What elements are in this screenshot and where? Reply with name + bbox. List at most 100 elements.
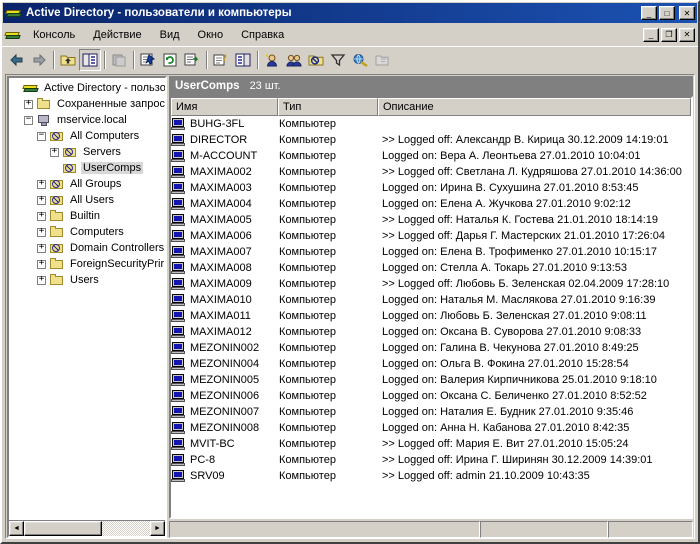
tree-node-active-directory[interactable]: Active Directory - пользов	[11, 80, 165, 96]
scroll-left-arrow[interactable]: ◄	[9, 521, 24, 536]
show-details-button[interactable]	[232, 49, 254, 71]
new-ou-button[interactable]	[305, 49, 327, 71]
table-row[interactable]: MAXIMA002Компьютер>> Logged off: Светлан…	[171, 164, 691, 180]
table-row[interactable]: MAXIMA006Компьютер>> Logged off: Дарья Г…	[171, 228, 691, 244]
properties-icon	[140, 53, 156, 67]
computer-icon	[171, 229, 187, 243]
expand-icon[interactable]: +	[37, 276, 46, 285]
saved-query-button[interactable]	[371, 49, 393, 71]
expand-icon[interactable]: +	[37, 228, 46, 237]
column-header-тип[interactable]: Тип	[278, 98, 378, 116]
table-row[interactable]: MAXIMA012КомпьютерLogged on: Оксана В. С…	[171, 324, 691, 340]
show-hide-tree-button[interactable]	[79, 49, 101, 71]
computer-icon	[171, 405, 187, 419]
collapse-icon[interactable]: −	[24, 116, 33, 125]
computer-icon	[171, 437, 187, 451]
table-row[interactable]: MEZONIN002КомпьютерLogged on: Галина В. …	[171, 340, 691, 356]
table-row[interactable]: MAXIMA009Компьютер>> Logged off: Любовь …	[171, 276, 691, 292]
copy-button[interactable]	[108, 49, 130, 71]
tree-node-domain-controllers[interactable]: +Domain Controllers	[11, 240, 165, 256]
filter-button[interactable]	[327, 49, 349, 71]
close-button[interactable]: ✕	[679, 6, 695, 20]
expand-icon[interactable]: +	[37, 180, 46, 189]
console-tree[interactable]: Active Directory - пользов+Сохраненные з…	[9, 78, 165, 520]
table-row[interactable]: M-ACCOUNTКомпьютерLogged on: Вера А. Лео…	[171, 148, 691, 164]
mdi-close-button[interactable]: ✕	[679, 28, 695, 42]
table-row[interactable]: MAXIMA004КомпьютерLogged on: Елена А. Жу…	[171, 196, 691, 212]
menu-item-console[interactable]: Консоль	[24, 27, 84, 43]
expand-icon[interactable]: +	[24, 100, 33, 109]
expand-icon[interactable]: +	[37, 212, 46, 221]
table-row[interactable]: MEZONIN006КомпьютерLogged on: Оксана С. …	[171, 388, 691, 404]
expand-icon[interactable]: +	[37, 196, 46, 205]
computer-icon	[171, 133, 187, 147]
maximize-button[interactable]: □	[659, 6, 675, 20]
tree-node-mservice-local[interactable]: −mservice.local	[11, 112, 165, 128]
up-one-level-button[interactable]	[57, 49, 79, 71]
list-rows[interactable]: BUHG-3FLКомпьютерDIRECTORКомпьютер>> Log…	[171, 116, 691, 517]
expand-icon[interactable]: +	[37, 260, 46, 269]
find-button[interactable]	[349, 49, 371, 71]
minimize-button[interactable]: _	[641, 6, 657, 20]
computer-name: MEZONIN008	[190, 422, 259, 434]
table-row[interactable]: MEZONIN005КомпьютерLogged on: Валерия Ки…	[171, 372, 691, 388]
tree-node-foreignsecurityprir[interactable]: +ForeignSecurityPrir	[11, 256, 165, 272]
tree-node-all-users[interactable]: +All Users	[11, 192, 165, 208]
tree-horizontal-scrollbar[interactable]: ◄ ►	[9, 520, 165, 536]
table-row[interactable]: BUHG-3FLКомпьютер	[171, 116, 691, 132]
tree-node-users[interactable]: +Users	[11, 272, 165, 288]
table-row[interactable]: DIRECTORКомпьютер>> Logged off: Александ…	[171, 132, 691, 148]
column-header-имя[interactable]: Имя	[171, 98, 278, 116]
table-row[interactable]: MAXIMA003КомпьютерLogged on: Ирина В. Су…	[171, 180, 691, 196]
table-row[interactable]: MAXIMA005Компьютер>> Logged off: Наталья…	[171, 212, 691, 228]
table-row[interactable]: PC-8Компьютер>> Logged off: Ирина Г. Шир…	[171, 452, 691, 468]
mdi-minimize-button[interactable]: _	[643, 28, 659, 42]
menu-item-action[interactable]: Действие	[84, 27, 150, 43]
new-ou-icon	[308, 53, 324, 67]
table-row[interactable]: MEZONIN007КомпьютерLogged on: Наталия Е.…	[171, 404, 691, 420]
table-row[interactable]: MAXIMA008КомпьютерLogged on: Стелла А. Т…	[171, 260, 691, 276]
new-user-button[interactable]	[261, 49, 283, 71]
properties-button[interactable]	[137, 49, 159, 71]
cell-name: MEZONIN004	[171, 357, 276, 371]
help-button[interactable]: ?	[210, 49, 232, 71]
refresh-button[interactable]	[159, 49, 181, 71]
cell-description: Logged on: Вера А. Леонтьева 27.01.2010 …	[379, 150, 691, 162]
tree-node-all-computers[interactable]: −All Computers	[11, 128, 165, 144]
tree-node-builtin[interactable]: +Builtin	[11, 208, 165, 224]
table-row[interactable]: SRV09Компьютер>> Logged off: admin 21.10…	[171, 468, 691, 484]
expand-icon[interactable]: +	[50, 148, 59, 157]
export-list-button[interactable]	[181, 49, 203, 71]
cell-name: MEZONIN005	[171, 373, 276, 387]
tree-node-all-groups[interactable]: +All Groups	[11, 176, 165, 192]
menu-item-help[interactable]: Справка	[232, 27, 293, 43]
table-row[interactable]: MAXIMA007КомпьютерLogged on: Елена В. Тр…	[171, 244, 691, 260]
computer-name: SRV09	[190, 470, 225, 482]
expand-icon[interactable]: +	[37, 244, 46, 253]
tree-node-servers[interactable]: +Servers	[11, 144, 165, 160]
collapse-icon[interactable]: −	[37, 132, 46, 141]
cell-name: MAXIMA005	[171, 213, 276, 227]
tree-node-[interactable]: +Сохраненные запрось	[11, 96, 165, 112]
scroll-thumb[interactable]	[24, 521, 102, 536]
table-row[interactable]: MAXIMA010КомпьютерLogged on: Наталья М. …	[171, 292, 691, 308]
table-row[interactable]: MEZONIN004КомпьютерLogged on: Ольга В. Ф…	[171, 356, 691, 372]
forward-button[interactable]	[28, 49, 50, 71]
scroll-right-arrow[interactable]: ►	[150, 521, 165, 536]
table-row[interactable]: MAXIMA011КомпьютерLogged on: Любовь Б. З…	[171, 308, 691, 324]
table-row[interactable]: MVIT-BCКомпьютер>> Logged off: Мария Е. …	[171, 436, 691, 452]
cell-type: Компьютер	[276, 134, 379, 146]
menu-item-view[interactable]: Вид	[151, 27, 189, 43]
cell-type: Компьютер	[276, 390, 379, 402]
scroll-track[interactable]	[24, 521, 150, 536]
tree-node-usercomps[interactable]: UserComps	[11, 160, 165, 176]
table-row[interactable]: MEZONIN008КомпьютерLogged on: Анна Н. Ка…	[171, 420, 691, 436]
computer-icon	[171, 373, 187, 387]
tree-node-computers[interactable]: +Computers	[11, 224, 165, 240]
cell-name: MAXIMA007	[171, 245, 276, 259]
mdi-restore-button[interactable]: ❐	[661, 28, 677, 42]
back-button[interactable]	[6, 49, 28, 71]
column-header-описание[interactable]: Описание	[378, 98, 691, 116]
menu-item-window[interactable]: Окно	[189, 27, 233, 43]
new-group-button[interactable]	[283, 49, 305, 71]
